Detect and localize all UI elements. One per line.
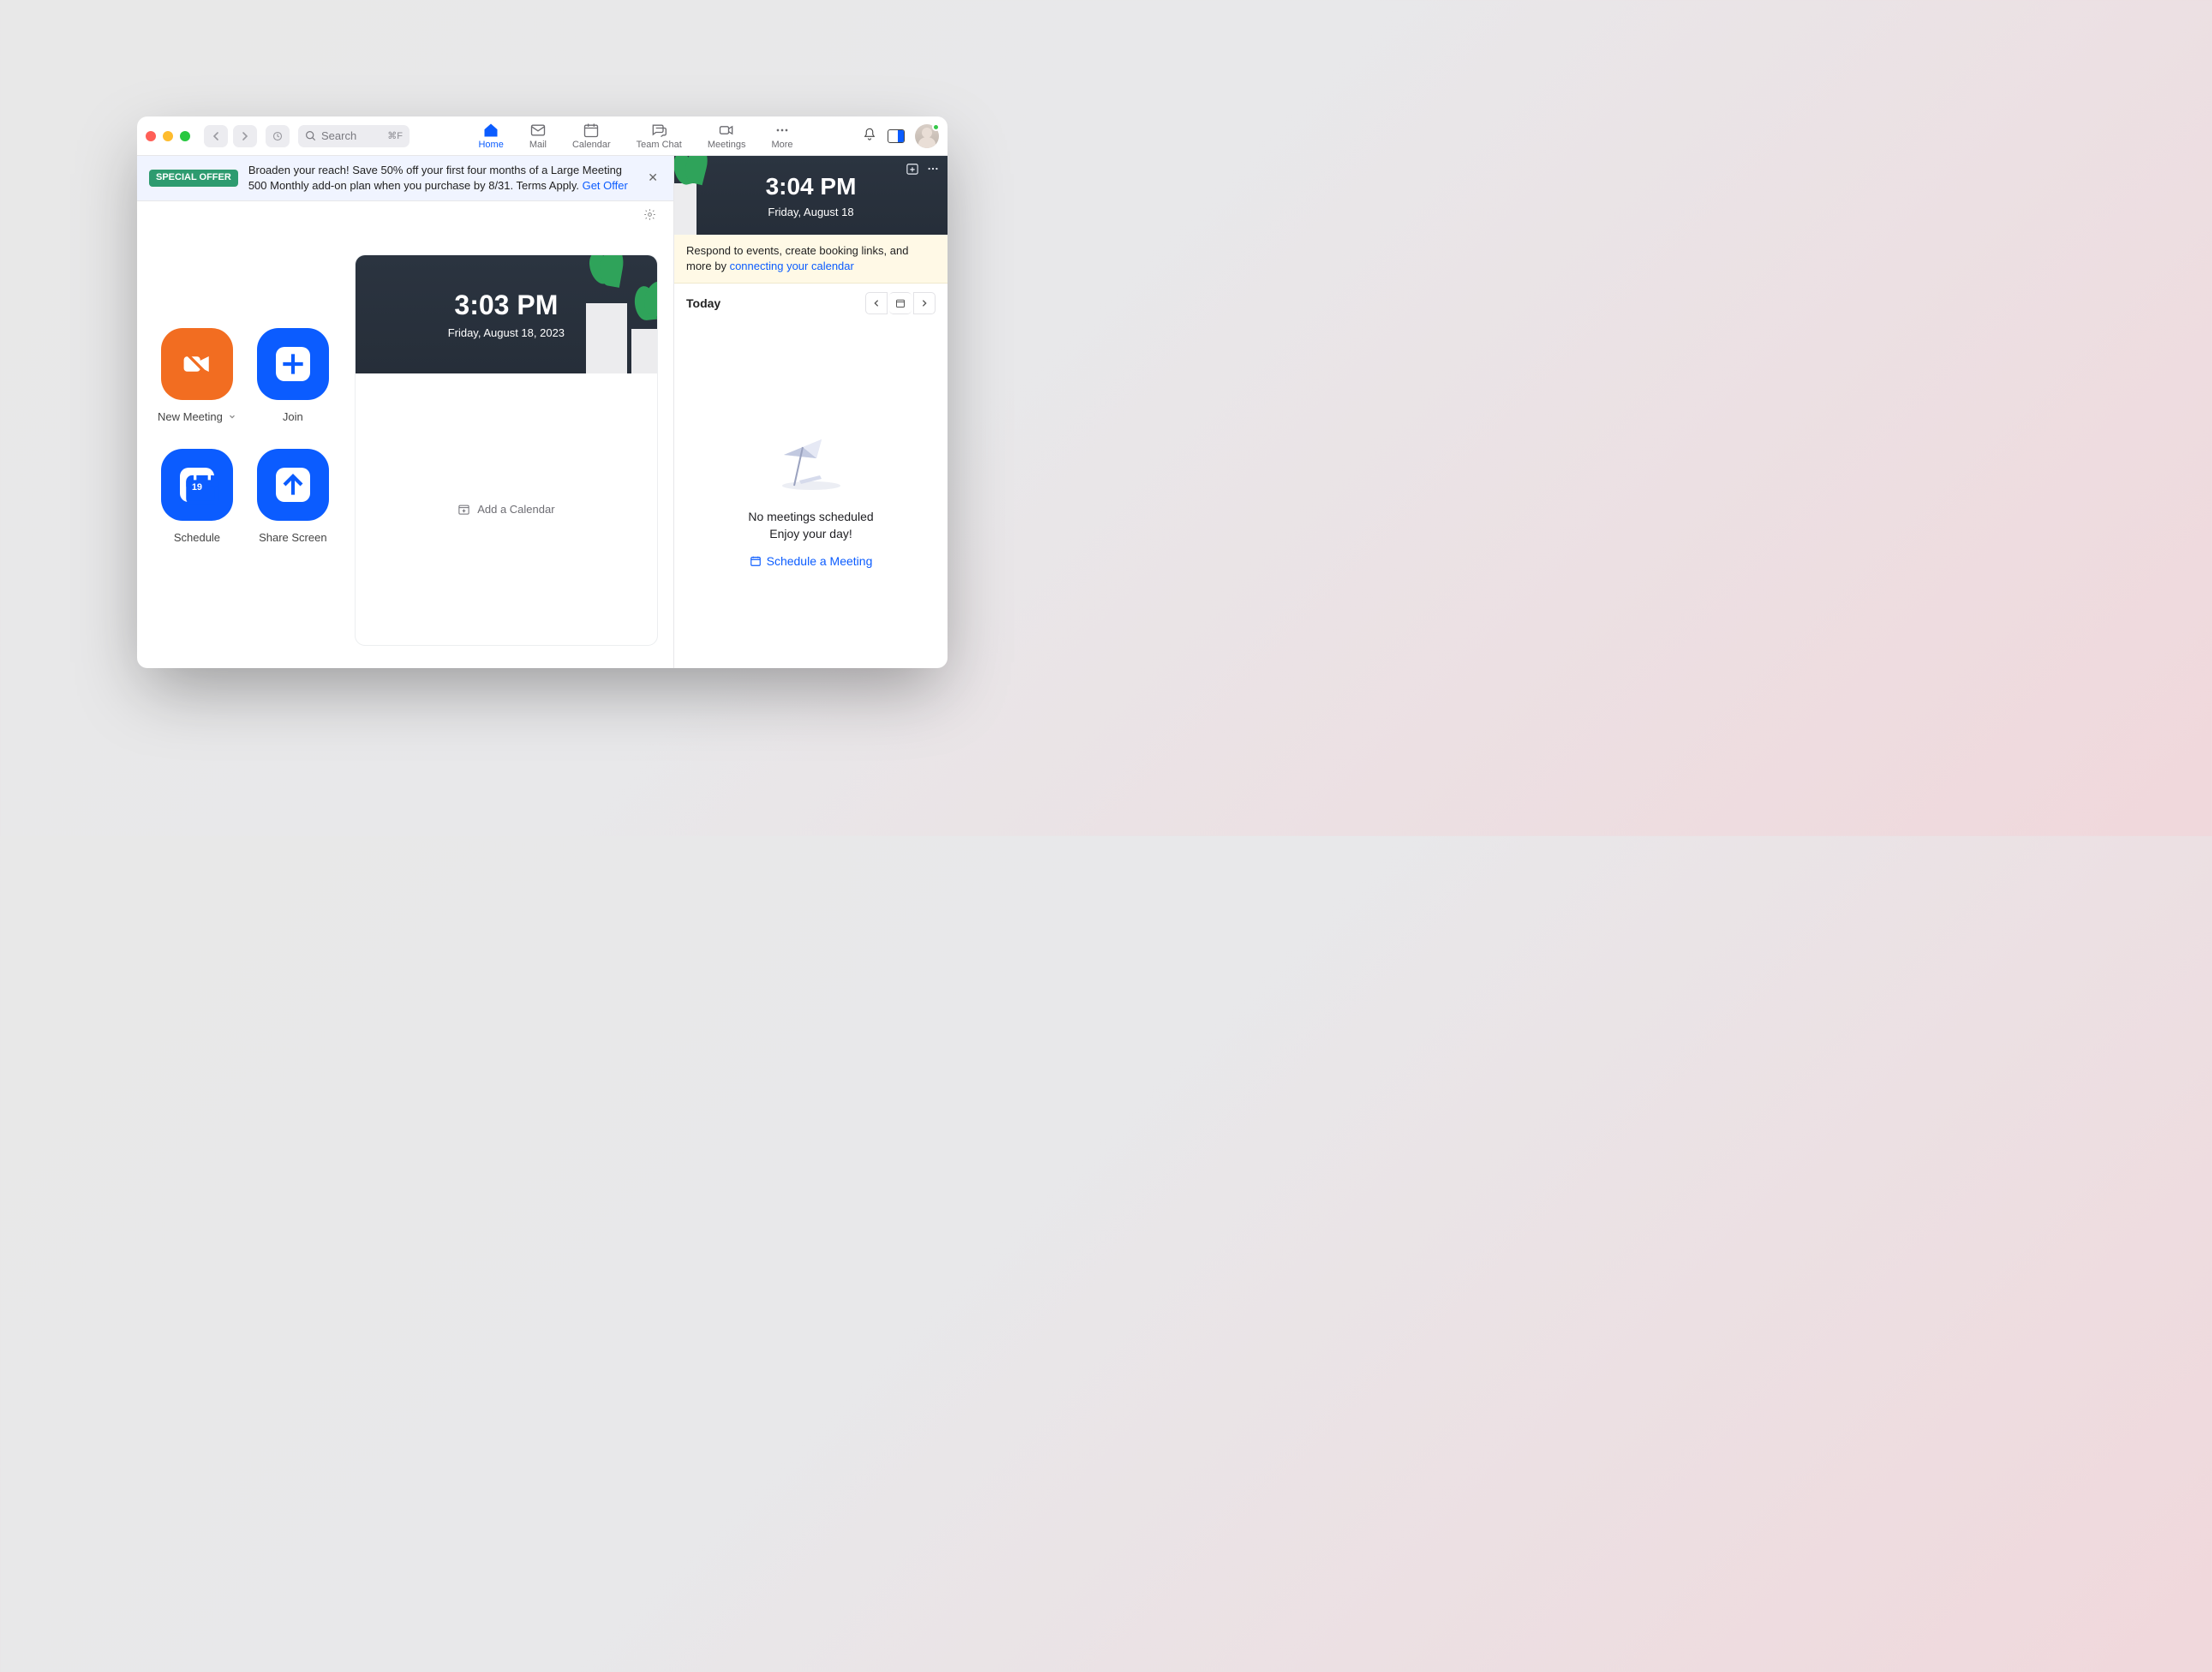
sidebar-date: Friday, August 18 [768,206,853,218]
connect-calendar-link[interactable]: connecting your calendar [730,260,854,272]
sidebar-time: 3:04 PM [766,173,857,200]
action-grid: New Meeting Join [152,217,338,646]
clock-card: 3:03 PM Friday, August 18, 2023 Add a Ca… [355,254,658,646]
add-event-button[interactable] [906,163,918,177]
umbrella-illustration [768,424,854,493]
next-day-button[interactable] [913,292,936,314]
chevron-down-icon [228,410,236,423]
calendar-sidebar: 3:04 PM Friday, August 18 Respond to eve… [673,156,948,668]
promo-badge: SPECIAL OFFER [149,170,238,186]
presence-indicator [932,123,940,131]
promo-link[interactable]: Get Offer [583,179,628,192]
schedule-button[interactable]: 19 Schedule [161,449,233,544]
video-off-icon [180,347,214,381]
chat-icon [650,122,667,139]
tab-calendar[interactable]: Calendar [572,122,611,150]
calendar-add-icon [457,503,470,516]
calendar-icon [583,122,600,139]
main-tabs: Home Mail Calendar Team Chat Meetings Mo… [415,122,857,150]
calendar-icon [750,555,762,567]
close-window[interactable] [146,131,156,141]
minimize-window[interactable] [163,131,173,141]
app-window: Search ⌘F Home Mail Calendar Team Chat [137,116,948,668]
join-button[interactable]: Join [257,328,329,423]
fullscreen-window[interactable] [180,131,190,141]
tab-meetings[interactable]: Meetings [708,122,746,150]
tab-home[interactable]: Home [478,122,503,150]
promo-text: Broaden your reach! Save 50% off your fi… [248,163,634,194]
plus-icon [276,347,310,381]
arrow-up-icon [276,468,310,502]
mail-icon [529,122,547,139]
clock-time: 3:03 PM [454,290,558,321]
calendar-add-icon [906,163,918,175]
notifications-button[interactable] [862,127,877,145]
video-icon [718,122,735,139]
empty-title: No meetings scheduled [748,510,873,523]
sidebar-more-button[interactable] [927,163,939,177]
promo-banner: SPECIAL OFFER Broaden your reach! Save 5… [137,156,673,201]
search-icon [305,130,316,141]
history-button[interactable] [266,125,290,147]
toggle-sidebar[interactable] [888,129,905,143]
more-icon [927,163,939,175]
nav-forward[interactable] [233,125,257,147]
home-icon [482,122,499,139]
today-button[interactable] [889,292,912,314]
tab-more[interactable]: More [771,122,792,150]
schedule-meeting-link[interactable]: Schedule a Meeting [750,554,873,568]
empty-subtitle: Enjoy your day! [769,527,852,540]
today-header: Today [674,284,948,323]
connect-calendar-hint: Respond to events, create booking links,… [674,235,948,284]
settings-button[interactable] [643,208,656,224]
search-shortcut: ⌘F [387,130,403,141]
decorative-plant [554,255,657,373]
window-controls [146,131,190,141]
profile-button[interactable] [915,124,939,148]
bell-icon [862,127,877,142]
add-calendar-button[interactable]: Add a Calendar [356,373,657,645]
calendar-icon [895,298,906,308]
decorative-plant [674,156,713,235]
more-icon [774,122,791,139]
clock-date: Friday, August 18, 2023 [448,326,565,339]
titlebar: Search ⌘F Home Mail Calendar Team Chat [137,116,948,156]
tab-team-chat[interactable]: Team Chat [637,122,682,150]
search-input[interactable]: Search ⌘F [298,125,410,147]
dismiss-banner[interactable]: ✕ [644,166,661,190]
prev-day-button[interactable] [865,292,888,314]
empty-state: No meetings scheduled Enjoy your day! Sc… [674,323,948,668]
new-meeting-button[interactable]: New Meeting [158,328,236,423]
nav-back[interactable] [204,125,228,147]
gear-icon [643,208,656,221]
share-screen-button[interactable]: Share Screen [257,449,329,544]
today-label: Today [686,296,720,310]
tab-mail[interactable]: Mail [529,122,547,150]
search-placeholder: Search [321,129,356,142]
